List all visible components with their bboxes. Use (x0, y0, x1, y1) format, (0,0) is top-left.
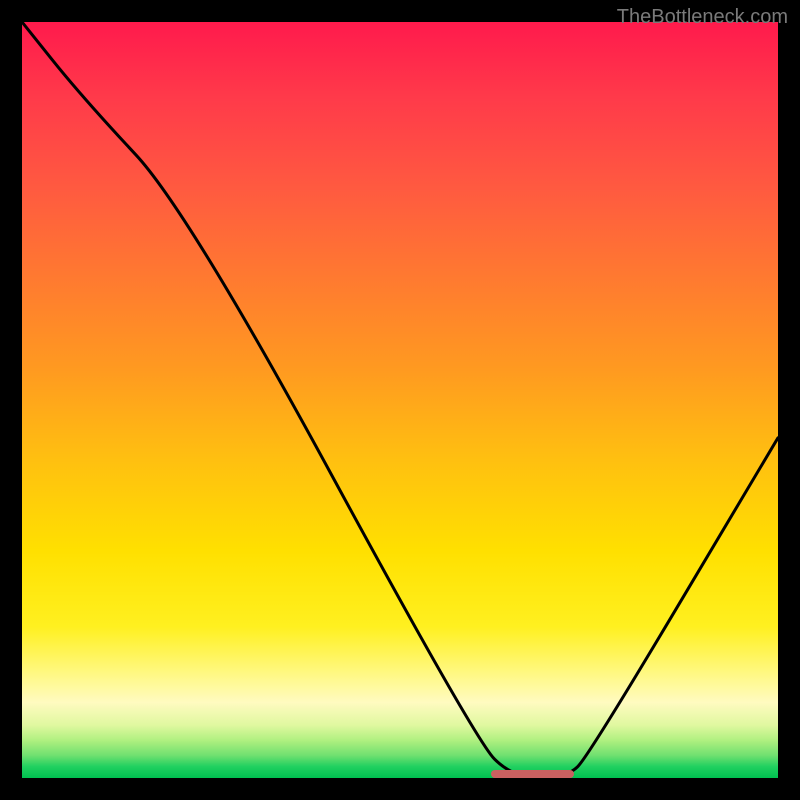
trough-marker (491, 770, 574, 778)
bottleneck-curve (22, 22, 778, 778)
watermark-text: TheBottleneck.com (617, 6, 788, 29)
